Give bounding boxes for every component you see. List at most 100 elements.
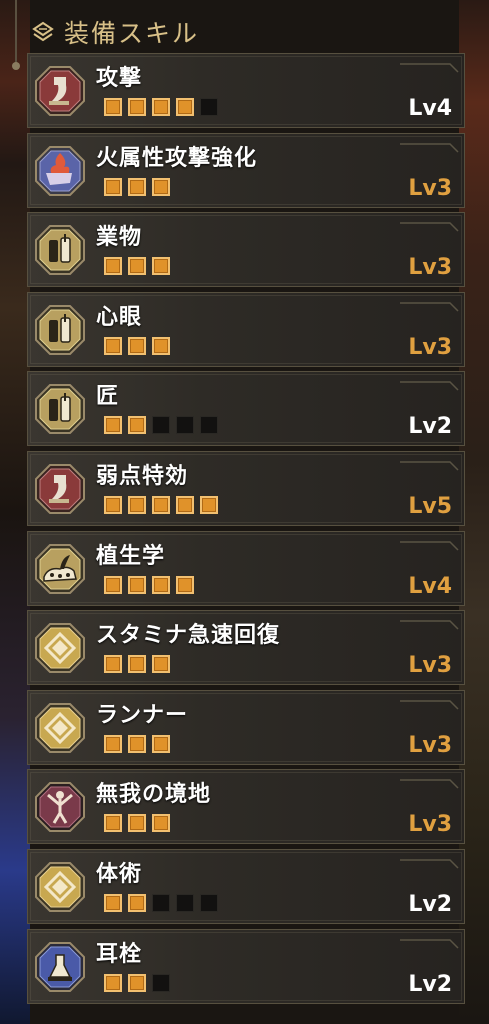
row-ornament bbox=[400, 58, 460, 73]
level-pip-filled bbox=[104, 257, 122, 276]
level-pip-empty bbox=[176, 893, 194, 912]
skill-level: Lv3 bbox=[408, 653, 452, 679]
row-ornament bbox=[400, 138, 460, 153]
level-pip-empty bbox=[200, 416, 218, 435]
skill-level: Lv2 bbox=[408, 891, 452, 917]
skill-row[interactable]: 耳栓 Lv2 bbox=[27, 928, 465, 1004]
level-pip-filled bbox=[176, 495, 194, 514]
skill-level: Lv3 bbox=[408, 255, 452, 281]
skill-name: 体術 bbox=[96, 861, 143, 887]
level-pip-filled bbox=[152, 257, 170, 276]
skill-row[interactable]: 無我の境地 Lv3 bbox=[27, 769, 465, 845]
background-left bbox=[0, 0, 30, 1024]
level-pip-empty bbox=[152, 973, 170, 992]
skill-level-pips bbox=[104, 336, 176, 355]
skill-name: ランナー bbox=[96, 702, 189, 728]
level-pip-empty bbox=[200, 893, 218, 912]
level-pip-filled bbox=[152, 495, 170, 514]
level-pip-filled bbox=[104, 336, 122, 355]
level-pip-filled bbox=[104, 416, 122, 435]
skill-name: 弱点特効 bbox=[96, 463, 189, 489]
level-pip-filled bbox=[104, 973, 122, 992]
fire-attack-icon bbox=[34, 145, 86, 197]
level-pip-filled bbox=[128, 734, 146, 753]
level-pip-filled bbox=[104, 98, 122, 116]
skill-row[interactable]: 弱点特効 Lv5 bbox=[27, 450, 465, 526]
level-pip-filled bbox=[152, 814, 170, 833]
skill-level: Lv5 bbox=[408, 493, 452, 519]
level-pip-filled bbox=[128, 575, 146, 594]
skill-row[interactable]: ランナー Lv3 bbox=[27, 689, 465, 765]
level-pip-filled bbox=[176, 98, 194, 116]
level-pip-filled bbox=[128, 98, 146, 116]
level-pip-filled bbox=[104, 814, 122, 833]
skill-level-pips bbox=[104, 98, 224, 116]
level-pip-empty bbox=[152, 416, 170, 435]
skill-level: Lv3 bbox=[408, 732, 452, 758]
frame-dot bbox=[12, 62, 20, 70]
skill-level-pips bbox=[104, 655, 176, 674]
skill-level-pips bbox=[104, 177, 176, 196]
skill-name: 匠 bbox=[96, 384, 120, 410]
plant-icon bbox=[34, 543, 86, 595]
skill-name: 耳栓 bbox=[96, 941, 143, 967]
level-pip-empty bbox=[200, 98, 218, 116]
whetstone-icon bbox=[34, 383, 86, 435]
level-pip-filled bbox=[152, 336, 170, 355]
skill-level-pips bbox=[104, 575, 200, 594]
skill-level: Lv2 bbox=[408, 414, 452, 440]
skill-row[interactable]: 植生学 Lv4 bbox=[27, 530, 465, 606]
skill-name: 攻撃 bbox=[96, 66, 143, 91]
level-pip-filled bbox=[128, 495, 146, 514]
row-ornament bbox=[400, 774, 460, 789]
skill-level: Lv3 bbox=[408, 812, 452, 838]
level-pip-empty bbox=[152, 893, 170, 912]
level-pip-filled bbox=[152, 177, 170, 196]
level-pip-filled bbox=[128, 973, 146, 992]
skill-row[interactable]: 体術 Lv2 bbox=[27, 848, 465, 924]
skill-name: 業物 bbox=[96, 225, 143, 251]
skill-name: 無我の境地 bbox=[96, 782, 212, 808]
skill-row[interactable]: 業物 Lv3 bbox=[27, 212, 465, 288]
level-pip-filled bbox=[128, 893, 146, 912]
frame-line bbox=[15, 0, 17, 66]
level-pip-filled bbox=[104, 495, 122, 514]
earplug-icon bbox=[34, 941, 86, 993]
skill-level-pips bbox=[104, 973, 176, 992]
layers-icon bbox=[30, 19, 56, 45]
level-pip-filled bbox=[104, 893, 122, 912]
level-pip-filled bbox=[104, 575, 122, 594]
row-ornament bbox=[400, 297, 460, 312]
skill-row[interactable]: 火属性攻撃強化 Lv3 bbox=[27, 132, 465, 208]
stamina-diamond-icon bbox=[34, 702, 86, 754]
level-pip-filled bbox=[128, 814, 146, 833]
skill-name: スタミナ急速回復 bbox=[96, 623, 281, 649]
skill-name: 火属性攻撃強化 bbox=[96, 145, 258, 171]
skill-row[interactable]: 心眼 Lv3 bbox=[27, 291, 465, 367]
skill-list: 攻撃 Lv4 火属性攻撃強化 Lv3 業物 Lv3 心眼 Lv3 匠 Lv2 弱点特効 Lv… bbox=[27, 53, 465, 1008]
attack-blade-icon bbox=[34, 65, 86, 117]
level-pip-empty bbox=[176, 416, 194, 435]
skill-level-pips bbox=[104, 416, 224, 435]
panel-header: 装備スキル bbox=[30, 14, 199, 50]
panel-title: 装備スキル bbox=[64, 19, 200, 48]
level-pip-filled bbox=[200, 495, 218, 514]
level-pip-filled bbox=[152, 734, 170, 753]
skill-row[interactable]: 匠 Lv2 bbox=[27, 371, 465, 447]
skill-level-pips bbox=[104, 814, 176, 833]
row-ornament bbox=[400, 217, 460, 232]
level-pip-filled bbox=[128, 257, 146, 276]
row-ornament bbox=[400, 615, 460, 630]
skill-level: Lv3 bbox=[408, 334, 452, 360]
stamina-diamond-icon bbox=[34, 622, 86, 674]
stamina-diamond-icon bbox=[34, 861, 86, 913]
level-pip-filled bbox=[128, 177, 146, 196]
spirit-figure-icon bbox=[34, 781, 86, 833]
level-pip-filled bbox=[152, 98, 170, 116]
attack-blade-icon bbox=[34, 463, 86, 515]
level-pip-filled bbox=[152, 575, 170, 594]
skill-row[interactable]: スタミナ急速回復 Lv3 bbox=[27, 610, 465, 686]
skill-level-pips bbox=[104, 734, 176, 753]
level-pip-filled bbox=[104, 177, 122, 196]
skill-row[interactable]: 攻撃 Lv4 bbox=[27, 53, 465, 128]
